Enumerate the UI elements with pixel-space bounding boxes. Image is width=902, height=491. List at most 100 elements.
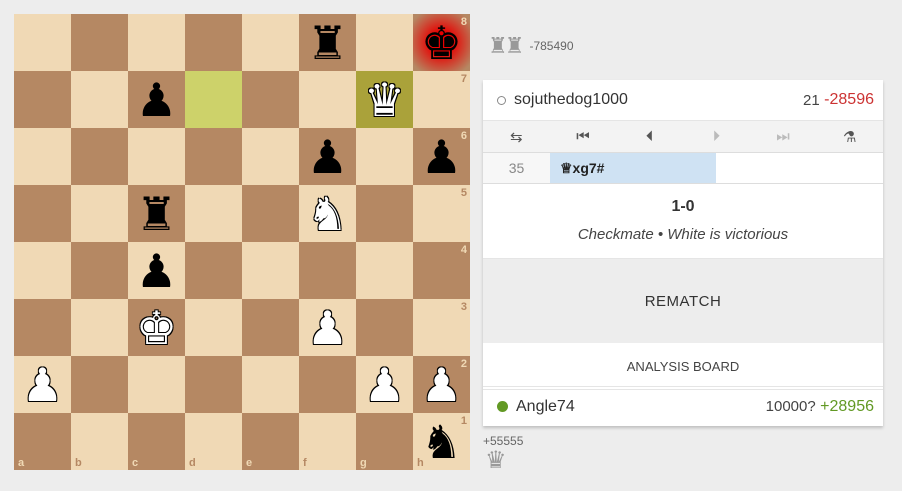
- player-bottom-name[interactable]: Angle74: [516, 398, 766, 416]
- square-c2[interactable]: [128, 356, 185, 413]
- black-pawn-icon[interactable]: ♟: [413, 128, 470, 185]
- white-pawn-icon[interactable]: ♟: [299, 299, 356, 356]
- chessboard[interactable]: ♜ 8 ♚ ♟ ♛ 7 ♟ 6 ♟ ♜ ♞ 5 ♟ 4 ♚ ♟ 3 ♟ ♟ 2 ♟ a b c d e f g 1 h ♞: [14, 14, 471, 470]
- flip-board-icon[interactable]: ⇆: [483, 121, 550, 152]
- white-pawn-icon[interactable]: ♟: [413, 356, 470, 413]
- square-b3[interactable]: [71, 299, 128, 356]
- captured-queen-icon: ♛: [485, 447, 507, 474]
- square-d6[interactable]: [185, 128, 242, 185]
- square-f2[interactable]: [299, 356, 356, 413]
- square-h1[interactable]: 1 h ♞: [413, 413, 470, 470]
- square-g6[interactable]: [356, 128, 413, 185]
- white-pawn-icon[interactable]: ♟: [14, 356, 71, 413]
- white-queen-icon[interactable]: ♛: [356, 71, 413, 128]
- white-king-icon[interactable]: ♚: [128, 299, 185, 356]
- square-f5[interactable]: ♞: [299, 185, 356, 242]
- square-d1[interactable]: d: [185, 413, 242, 470]
- player-top[interactable]: sojuthedog1000 21 -28596: [483, 80, 883, 121]
- square-h2[interactable]: 2 ♟: [413, 356, 470, 413]
- square-b4[interactable]: [71, 242, 128, 299]
- black-pawn-icon[interactable]: ♟: [299, 128, 356, 185]
- square-g1[interactable]: g: [356, 413, 413, 470]
- move-entry[interactable]: ♕xg7#: [550, 153, 716, 183]
- square-c7[interactable]: ♟: [128, 71, 185, 128]
- square-g3[interactable]: [356, 299, 413, 356]
- square-a3[interactable]: [14, 299, 71, 356]
- black-pawn-icon[interactable]: ♟: [128, 71, 185, 128]
- square-a7[interactable]: [14, 71, 71, 128]
- file-label: c: [132, 457, 139, 469]
- square-f4[interactable]: [299, 242, 356, 299]
- square-c5[interactable]: ♜: [128, 185, 185, 242]
- square-g8[interactable]: [356, 14, 413, 71]
- square-a1[interactable]: a: [14, 413, 71, 470]
- square-d7[interactable]: [185, 71, 242, 128]
- square-h8[interactable]: 8 ♚: [413, 14, 470, 71]
- black-knight-icon[interactable]: ♞: [413, 413, 470, 470]
- square-f6[interactable]: ♟: [299, 128, 356, 185]
- square-f8[interactable]: ♜: [299, 14, 356, 71]
- square-c1[interactable]: c: [128, 413, 185, 470]
- square-c4[interactable]: ♟: [128, 242, 185, 299]
- black-rook-icon[interactable]: ♜: [299, 14, 356, 71]
- square-c8[interactable]: [128, 14, 185, 71]
- square-b8[interactable]: [71, 14, 128, 71]
- black-king-icon[interactable]: ♚: [413, 14, 470, 71]
- square-d2[interactable]: [185, 356, 242, 413]
- player-bottom-rating-diff: +28956: [820, 397, 874, 415]
- square-b5[interactable]: [71, 185, 128, 242]
- square-g7[interactable]: ♛: [356, 71, 413, 128]
- square-g5[interactable]: [356, 185, 413, 242]
- square-c6[interactable]: [128, 128, 185, 185]
- next-move-icon[interactable]: ⏵: [683, 121, 750, 152]
- analysis-icon[interactable]: ⚗: [816, 121, 883, 152]
- square-f7[interactable]: [299, 71, 356, 128]
- square-h7[interactable]: 7: [413, 71, 470, 128]
- square-d3[interactable]: [185, 299, 242, 356]
- square-d8[interactable]: [185, 14, 242, 71]
- square-e5[interactable]: [242, 185, 299, 242]
- square-a5[interactable]: [14, 185, 71, 242]
- square-e2[interactable]: [242, 356, 299, 413]
- rank-label: 5: [460, 187, 467, 199]
- square-d4[interactable]: [185, 242, 242, 299]
- square-b7[interactable]: [71, 71, 128, 128]
- square-e7[interactable]: [242, 71, 299, 128]
- player-bottom[interactable]: Angle74 10000? +28956: [483, 386, 883, 426]
- black-rook-icon[interactable]: ♜: [128, 185, 185, 242]
- white-pawn-icon[interactable]: ♟: [356, 356, 413, 413]
- square-h5[interactable]: 5: [413, 185, 470, 242]
- file-label: g: [360, 457, 367, 469]
- square-e4[interactable]: [242, 242, 299, 299]
- square-b2[interactable]: [71, 356, 128, 413]
- square-g4[interactable]: [356, 242, 413, 299]
- square-g2[interactable]: ♟: [356, 356, 413, 413]
- previous-move-icon[interactable]: ⏴: [616, 121, 683, 152]
- last-move-icon[interactable]: ⏭: [750, 121, 817, 152]
- square-a2[interactable]: ♟: [14, 356, 71, 413]
- captured-rooks-icon: ♜♜: [488, 33, 524, 58]
- file-label: a: [18, 457, 25, 469]
- first-move-icon[interactable]: ⏮: [550, 121, 617, 152]
- square-f1[interactable]: f: [299, 413, 356, 470]
- square-h3[interactable]: 3: [413, 299, 470, 356]
- square-d5[interactable]: [185, 185, 242, 242]
- square-f3[interactable]: ♟: [299, 299, 356, 356]
- black-pawn-icon[interactable]: ♟: [128, 242, 185, 299]
- rematch-button[interactable]: REMATCH: [483, 259, 883, 343]
- square-a4[interactable]: [14, 242, 71, 299]
- square-e8[interactable]: [242, 14, 299, 71]
- square-a6[interactable]: [14, 128, 71, 185]
- square-e6[interactable]: [242, 128, 299, 185]
- square-e1[interactable]: e: [242, 413, 299, 470]
- square-c3[interactable]: ♚: [128, 299, 185, 356]
- square-a8[interactable]: [14, 14, 71, 71]
- analysis-board-button[interactable]: ANALYSIS BOARD: [483, 343, 883, 390]
- square-h6[interactable]: 6 ♟: [413, 128, 470, 185]
- player-top-name[interactable]: sojuthedog1000: [514, 91, 803, 109]
- square-b6[interactable]: [71, 128, 128, 185]
- square-h4[interactable]: 4: [413, 242, 470, 299]
- square-b1[interactable]: b: [71, 413, 128, 470]
- white-knight-icon[interactable]: ♞: [299, 185, 356, 242]
- square-e3[interactable]: [242, 299, 299, 356]
